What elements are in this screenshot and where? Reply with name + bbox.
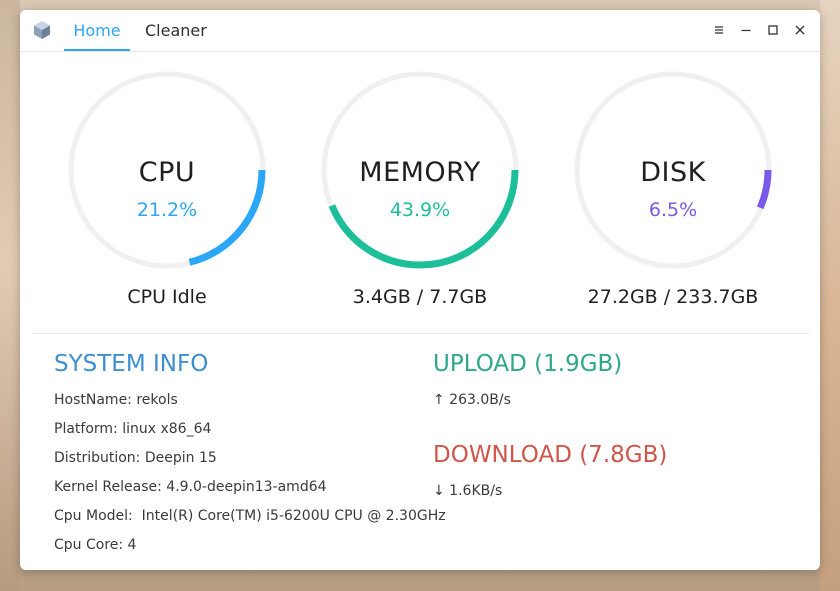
- disk-percent: 6.5%: [648, 199, 698, 221]
- maximize-icon[interactable]: [765, 22, 781, 38]
- disk-gauge-title: DISK: [640, 157, 706, 188]
- titlebar: Home Cleaner: [20, 10, 820, 52]
- upload-speed: ↑ 263.0B/s: [433, 392, 511, 408]
- desktop-background-right: [820, 0, 840, 591]
- distribution-line: Distribution: Deepin 15: [54, 450, 217, 466]
- disk-usage-label: 27.2GB / 233.7GB: [587, 286, 759, 308]
- cpu-gauge: CPU 21.2%: [66, 69, 268, 271]
- platform-line: Platform: linux x86_64: [54, 421, 212, 437]
- menu-icon[interactable]: [711, 22, 727, 38]
- cpu-core-line: Cpu Core: 4: [54, 537, 137, 553]
- tab-cleaner[interactable]: Cleaner: [145, 10, 207, 49]
- cpu-status-label: CPU Idle: [127, 286, 207, 308]
- system-info-title: SYSTEM INFO: [54, 351, 209, 377]
- tab-home[interactable]: Home: [64, 10, 130, 51]
- hostname-line: HostName: rekols: [54, 392, 178, 408]
- memory-percent: 43.9%: [389, 199, 451, 221]
- download-speed: ↓ 1.6KB/s: [433, 483, 503, 499]
- memory-usage-label: 3.4GB / 7.7GB: [352, 286, 488, 308]
- disk-gauge: DISK 6.5%: [572, 69, 774, 271]
- memory-gauge: MEMORY 43.9%: [319, 69, 521, 271]
- kernel-release-line: Kernel Release: 4.9.0-deepin13-amd64: [54, 479, 327, 495]
- section-divider: [32, 333, 810, 334]
- cube-icon: [32, 20, 52, 40]
- desktop-background-left: [0, 0, 20, 591]
- cpu-percent: 21.2%: [136, 199, 198, 221]
- minimize-icon[interactable]: [738, 22, 754, 38]
- cpu-gauge-title: CPU: [138, 157, 196, 188]
- cpu-model-line: Cpu Model: Intel(R) Core(TM) i5-6200U CP…: [54, 508, 446, 524]
- close-icon[interactable]: [792, 22, 808, 38]
- memory-gauge-title: MEMORY: [359, 157, 481, 188]
- app-window: Home Cleaner CPU 21.2% CPU Idle MEMORY 4…: [20, 10, 820, 570]
- upload-title: UPLOAD (1.9GB): [433, 351, 623, 377]
- download-title: DOWNLOAD (7.8GB): [433, 442, 668, 468]
